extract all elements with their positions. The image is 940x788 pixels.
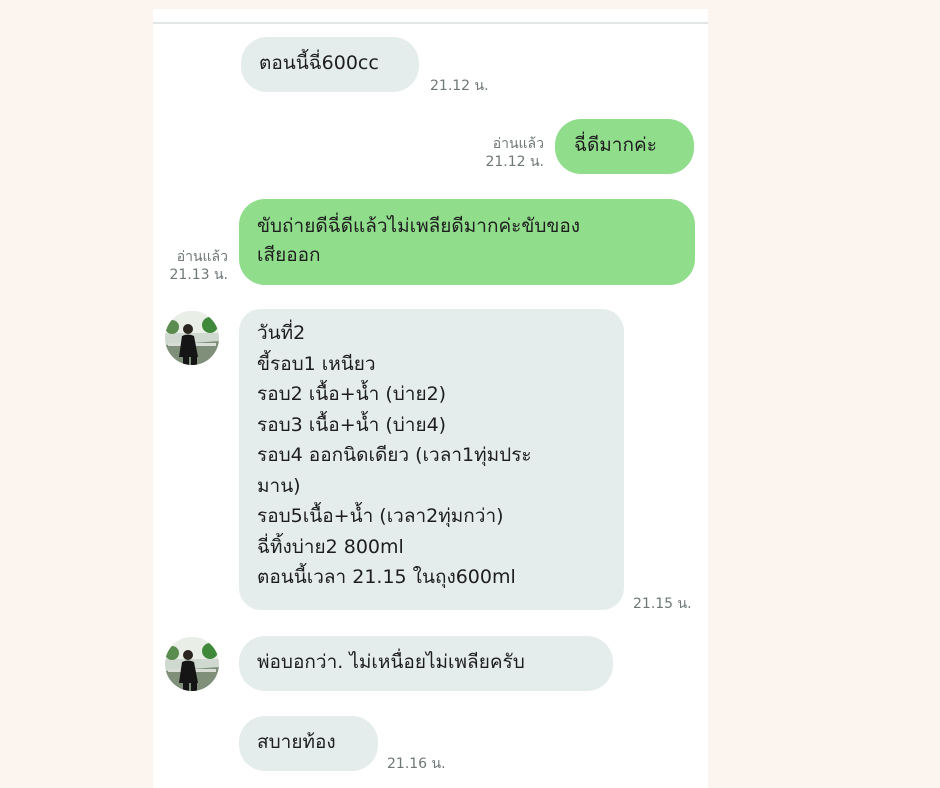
- read-receipt-2: อ่านแล้ว: [492, 136, 544, 152]
- message-time-3: 21.13 น.: [169, 267, 228, 283]
- message-bubble-incoming-1[interactable]: ตอนนี้ฉี่600cc: [241, 37, 419, 92]
- contact-avatar[interactable]: [165, 311, 219, 365]
- chat-panel: ตอนนี้ฉี่600cc 21.12 น. อ่านแล้ว 21.12 น…: [153, 9, 708, 788]
- message-time-1: 21.12 น.: [430, 78, 489, 94]
- message-bubble-incoming-6[interactable]: สบายท้อง: [239, 716, 378, 771]
- message-time-4: 21.15 น.: [633, 596, 692, 612]
- message-meta-2: อ่านแล้ว 21.12 น.: [485, 135, 544, 171]
- message-bubble-incoming-4[interactable]: วันที่2 ขี้รอบ1 เหนียว รอบ2 เนื้อ+น้ำ (บ…: [239, 309, 624, 610]
- message-bubble-outgoing-2[interactable]: ฉี่ดีมากค่ะ: [555, 119, 694, 174]
- message-time-6: 21.16 น.: [387, 756, 446, 772]
- message-meta-3: อ่านแล้ว 21.13 น.: [169, 248, 228, 284]
- contact-photo-icon: [165, 637, 219, 691]
- message-bubble-incoming-5[interactable]: พ่อบอกว่า. ไม่เหนื่อยไม่เพลียครับ: [239, 636, 613, 691]
- read-receipt-3: อ่านแล้ว: [176, 249, 228, 265]
- message-bubble-outgoing-3[interactable]: ขับถ่ายดีฉี่ดีแล้วไม่เพลียดีมากค่ะขับของ…: [239, 199, 695, 285]
- top-divider: [153, 22, 708, 24]
- contact-photo-icon: [165, 311, 219, 365]
- message-time-2: 21.12 น.: [485, 154, 544, 170]
- contact-avatar[interactable]: [165, 637, 219, 691]
